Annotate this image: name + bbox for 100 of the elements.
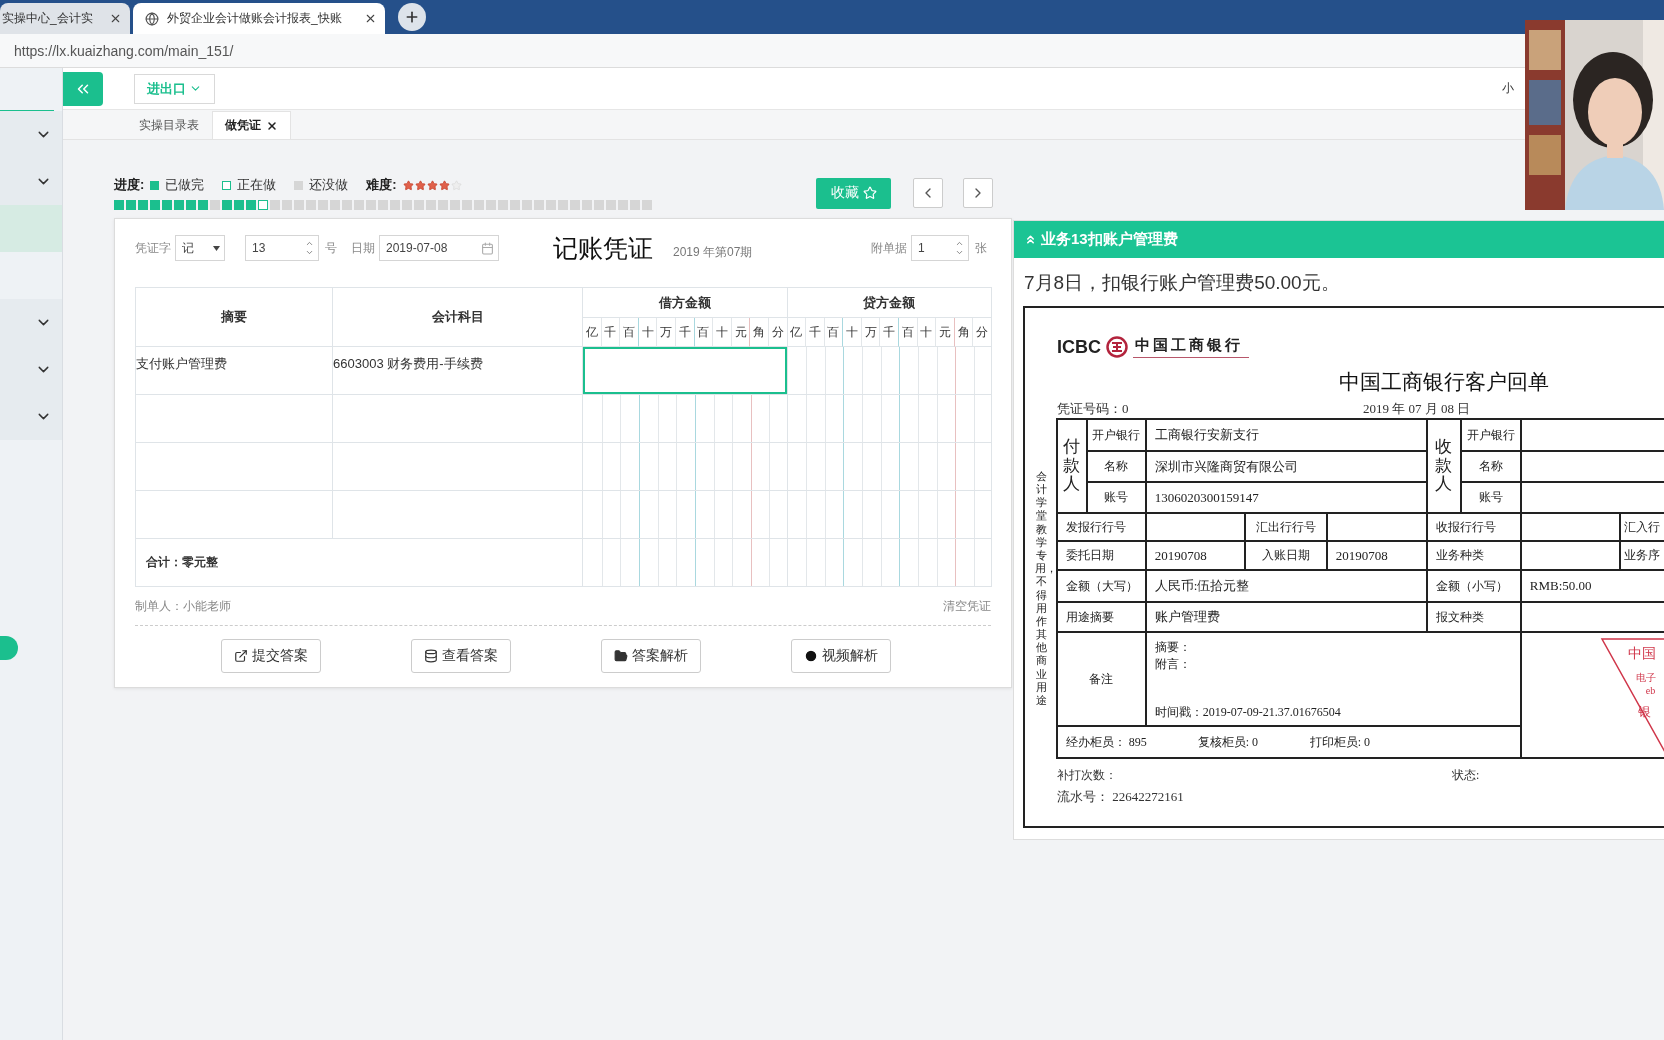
receipt-label: 用途摘要	[1057, 603, 1147, 633]
total-text: 合计：零元整	[136, 539, 583, 587]
star-icon	[862, 186, 877, 200]
collapse-button[interactable]	[63, 71, 103, 106]
receipt-label: 汇出行行号	[1245, 514, 1328, 542]
debit-amount-cell[interactable]	[583, 443, 788, 491]
credit-amount-cell[interactable]	[787, 395, 992, 443]
url-text[interactable]: https://lx.kuaizhang.com/main_151/	[14, 42, 234, 59]
receipt-label: 发报行行号	[1057, 514, 1147, 542]
receipt-label: 业务种类	[1427, 542, 1522, 571]
clear-voucher-link[interactable]: 清空凭证	[943, 598, 991, 615]
page-tab[interactable]: 做凭证	[212, 111, 291, 139]
page-tab[interactable]: 实操目录表	[126, 111, 212, 139]
reprint-text: 补打次数：	[1057, 767, 1118, 784]
teller-text: 打印柜员: 0	[1309, 733, 1372, 751]
sidebar-item[interactable]	[0, 111, 62, 158]
stamp-text: 电子	[1635, 671, 1656, 685]
receipt-label: 名称	[1461, 452, 1522, 483]
voucher-title: 记账凭证	[553, 232, 653, 264]
status-text: 状态:	[1452, 767, 1481, 784]
attachments-field[interactable]: 1	[911, 235, 969, 261]
receipt-date: 2019 年 07 月 08 日	[1363, 400, 1472, 418]
collapse-up-icon	[1024, 233, 1037, 246]
receipt-title: 中国工商银行客户回单	[1339, 369, 1550, 396]
field-label: 凭证字	[135, 239, 171, 257]
receipt-label: 委托日期	[1057, 542, 1147, 571]
action-button[interactable]: 答案解析	[601, 639, 701, 673]
sidebar-item[interactable]	[0, 205, 62, 252]
browser-tab[interactable]: 实操中心_会计实	[0, 3, 130, 34]
receipt-label: 收报行行号	[1427, 514, 1522, 542]
receipt-label: 开户银行	[1087, 420, 1147, 452]
legend-swatch	[294, 180, 304, 190]
remark-line: 摘要：	[1154, 639, 1192, 656]
receipt-value: 20190708	[1327, 542, 1428, 571]
action-button[interactable]: 提交答案	[221, 639, 321, 673]
plus-icon	[404, 9, 420, 25]
stamp-text: 中国	[1627, 645, 1656, 663]
column-header: 摘要	[136, 288, 333, 347]
new-tab-button[interactable]	[398, 3, 426, 31]
round-button[interactable]	[0, 636, 18, 660]
receipt-value: 人民币:伍拾元整	[1146, 571, 1428, 603]
maker-text: 制单人：小能老师	[135, 598, 231, 615]
voucher-number-text: 凭证号码：0	[1057, 400, 1130, 418]
close-icon[interactable]	[266, 119, 278, 132]
receipt-value: 工商银行安新支行	[1146, 420, 1428, 452]
close-icon[interactable]	[109, 12, 122, 25]
number-field[interactable]: 13	[245, 235, 319, 261]
column-header: 贷方金额	[787, 288, 992, 318]
bank-name: 中国工商银行	[1133, 336, 1249, 358]
sidebar-item[interactable]	[0, 158, 62, 205]
receipt-label: 报文种类	[1427, 603, 1522, 633]
credit-amount-cell[interactable]	[787, 443, 992, 491]
progress-label: 进度:	[114, 176, 145, 194]
external-link-icon	[234, 649, 248, 663]
column-header: 借方金额	[583, 288, 788, 318]
date-field[interactable]: 2019-07-08	[379, 235, 499, 261]
dropdown-icon	[213, 245, 220, 251]
previous-button[interactable]	[913, 178, 943, 208]
receipt-label: 账号	[1087, 483, 1147, 514]
sidebar-item[interactable]	[0, 393, 62, 440]
column-header: 会计科目	[333, 288, 583, 347]
receipt-label: 金额（小写）	[1427, 571, 1522, 603]
legend-text: 还没做	[309, 176, 349, 194]
receipt-value: 20190708	[1146, 542, 1246, 571]
teller-text: 经办柜员： 895	[1065, 733, 1148, 751]
difficulty-label: 难度:	[366, 176, 397, 194]
summary-cell[interactable]: 支付账户管理费	[136, 347, 333, 395]
legend-swatch	[222, 180, 232, 190]
action-button[interactable]: 查看答案	[411, 639, 511, 673]
receipt-label: 金额（大写）	[1057, 571, 1147, 603]
field-label: 号	[325, 239, 337, 257]
legend-text: 正在做	[237, 176, 277, 194]
timestamp-text: 时间戳：2019-07-09-21.37.01676504	[1154, 704, 1341, 721]
credit-amount-cell[interactable]	[787, 347, 992, 395]
field-label: 张	[975, 239, 987, 257]
summary-cell[interactable]	[136, 443, 333, 491]
debit-amount-cell[interactable]	[583, 347, 788, 395]
user-name: 小	[1502, 80, 1514, 97]
type-select[interactable]: 记	[175, 235, 225, 261]
action-button[interactable]: 视频解析	[791, 639, 891, 673]
database-icon	[424, 649, 438, 663]
browser-tab[interactable]: 外贸企业会计做账会计报表_快账	[133, 3, 385, 34]
spinner-icon	[305, 239, 314, 257]
debit-amount-cell[interactable]	[583, 395, 788, 443]
close-icon[interactable]	[364, 12, 377, 25]
sidebar-item[interactable]	[0, 299, 62, 346]
teller-text: 复核柜员: 0	[1197, 733, 1260, 751]
summary-cell[interactable]	[136, 491, 333, 539]
business-description: 7月8日，扣银行账户管理费50.00元。	[1023, 271, 1341, 295]
receipt-value: 深圳市兴隆商贸有限公司	[1146, 452, 1428, 483]
debit-amount-cell[interactable]	[583, 491, 788, 539]
serial-number-text: 流水号： 22642272161	[1057, 788, 1185, 806]
payer-heading: 付款人	[1057, 420, 1088, 514]
receipt-label: 业务序	[1620, 542, 1664, 571]
credit-amount-cell[interactable]	[787, 491, 992, 539]
summary-cell[interactable]	[136, 395, 333, 443]
next-button[interactable]	[963, 178, 993, 208]
field-label: 附单据	[871, 239, 907, 257]
folder-icon	[614, 649, 628, 663]
receipt-label: 备注	[1057, 633, 1147, 727]
